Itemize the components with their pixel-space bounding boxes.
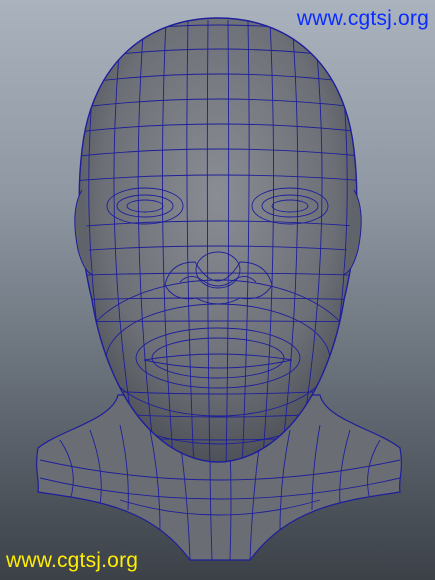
watermark-top-right: www.cgtsj.org [296,7,429,30]
watermark-bottom-left: www.cgtsj.org [6,549,139,572]
head-wireframe-model[interactable] [0,0,435,580]
3d-viewport[interactable]: www.cgtsj.org www.cgtsj.org [0,0,435,580]
